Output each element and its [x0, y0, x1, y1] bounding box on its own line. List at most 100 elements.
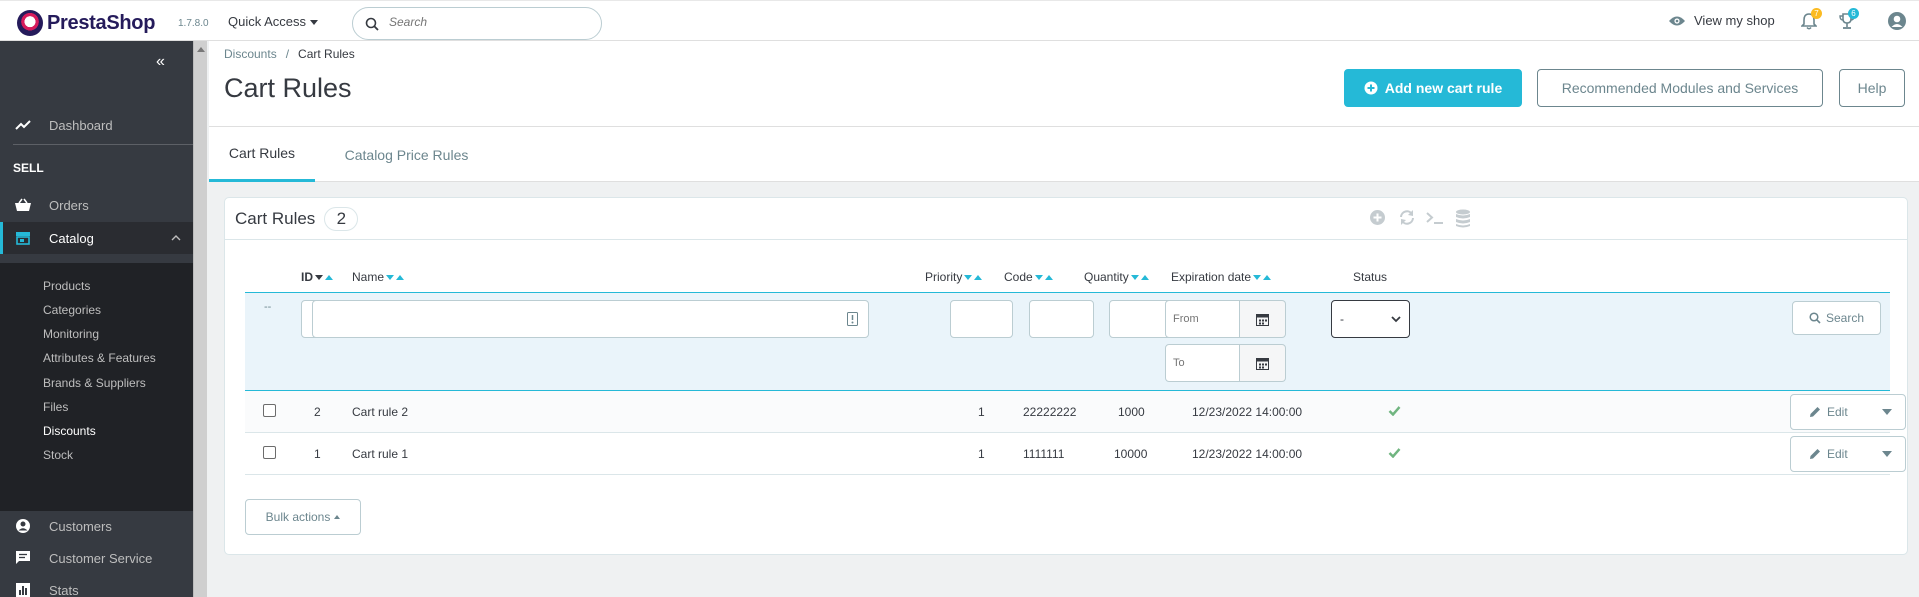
filter-status-select[interactable]: - [1331, 300, 1410, 338]
column-label: Name [352, 270, 385, 284]
sidebar-item-catalog[interactable]: Catalog [0, 222, 193, 254]
filter-date-to-input[interactable] [1165, 344, 1240, 382]
panel-header: Cart Rules 2 [225, 198, 1907, 240]
caret-down-icon[interactable] [1882, 409, 1892, 415]
notification-count-badge: 7 [1811, 8, 1822, 19]
sort-desc-icon[interactable] [315, 274, 323, 280]
sidebar-item-customer-service[interactable]: Customer Service [0, 543, 193, 573]
basket-icon [13, 198, 33, 212]
sort-desc-icon[interactable] [1253, 274, 1262, 280]
sort-asc-icon[interactable] [1140, 274, 1149, 280]
panel-title: Cart Rules [235, 208, 316, 228]
edit-button[interactable]: Edit [1791, 447, 1879, 461]
sort-desc-icon[interactable] [1130, 274, 1139, 280]
sort-asc-icon[interactable] [396, 274, 405, 280]
scroll-up-arrow-icon[interactable] [197, 47, 205, 52]
bulk-actions-button[interactable]: Bulk actions [245, 499, 361, 535]
quick-access-label: Quick Access [228, 14, 307, 29]
table-row[interactable]: 1 Cart rule 1 1 1111111 10000 12/23/2022… [245, 433, 1906, 475]
sidebar-item-orders[interactable]: Orders [0, 190, 193, 220]
employee-avatar-button[interactable] [1887, 11, 1907, 34]
table-row[interactable]: 2 Cart rule 2 1 22222222 1000 12/23/2022… [245, 391, 1906, 433]
filter-priority-input[interactable] [950, 300, 1013, 338]
column-header-expiration[interactable]: Expiration date [1171, 270, 1272, 284]
column-header-priority[interactable]: Priority [925, 270, 983, 284]
submenu-item-brands[interactable]: Brands & Suppliers [43, 376, 146, 390]
sort-asc-icon[interactable] [974, 274, 983, 280]
quick-access-menu[interactable]: Quick Access [228, 14, 319, 29]
chevron-up-icon [171, 235, 181, 241]
prestashop-logo[interactable]: PrestaShop [17, 10, 155, 36]
sidebar-item-label: Catalog [49, 230, 94, 246]
search-input[interactable] [389, 15, 589, 29]
notifications-button[interactable]: 7 [1800, 8, 1822, 33]
row-checkbox[interactable] [263, 404, 276, 417]
submenu-item-files[interactable]: Files [43, 400, 68, 414]
edit-button[interactable]: Edit [1791, 405, 1879, 419]
orders-notifications-button[interactable]: 6 [1838, 8, 1859, 33]
cell-id: 1 [314, 447, 321, 461]
sidebar-item-label: Customers [49, 518, 112, 534]
add-new-cart-rule-button[interactable]: Add new cart rule [1344, 69, 1522, 107]
sort-asc-icon[interactable] [325, 274, 333, 280]
sort-desc-icon[interactable] [386, 274, 395, 280]
sidebar-item-stats[interactable]: Stats [0, 575, 193, 597]
page-header: Discounts / Cart Rules Cart Rules Add new … [209, 41, 1919, 126]
add-icon[interactable] [1369, 209, 1386, 229]
breadcrumb-current: Cart Rules [298, 47, 355, 61]
store-icon [13, 231, 33, 245]
refresh-icon[interactable] [1398, 209, 1416, 229]
sql-query-icon[interactable] [1426, 209, 1444, 229]
top-header: PrestaShop 1.7.8.0 Quick Access View my … [0, 0, 1919, 41]
recommended-modules-button[interactable]: Recommended Modules and Services [1537, 69, 1823, 107]
sidebar-item-customers[interactable]: Customers [0, 511, 193, 541]
view-my-shop-link[interactable]: View my shop [1668, 13, 1775, 28]
breadcrumb-separator: / [285, 47, 290, 61]
header-search[interactable] [352, 7, 602, 40]
column-label: Code [1004, 270, 1033, 284]
filter-date-from-input[interactable] [1165, 300, 1240, 338]
column-header-id[interactable]: ID [301, 270, 333, 284]
column-header-quantity[interactable]: Quantity [1084, 270, 1149, 284]
sidebar-scrollbar[interactable] [193, 41, 207, 597]
sort-desc-icon[interactable] [964, 274, 973, 280]
submenu-item-products[interactable]: Products [43, 279, 90, 293]
filter-name-input[interactable] [312, 300, 869, 338]
trending-up-icon [13, 119, 33, 131]
filter-status-value: - [1340, 312, 1344, 326]
column-header-code[interactable]: Code [1004, 270, 1053, 284]
database-icon[interactable] [1455, 209, 1471, 231]
prestashop-logo-icon [17, 10, 43, 36]
breadcrumb-parent[interactable]: Discounts [224, 47, 277, 61]
tab-cart-rules[interactable]: Cart Rules [209, 127, 315, 182]
calendar-icon [1256, 313, 1269, 326]
row-checkbox[interactable] [263, 446, 276, 459]
filter-search-button[interactable]: Search [1792, 301, 1881, 335]
column-header-name[interactable]: Name [352, 270, 405, 284]
calendar-from-button[interactable] [1240, 300, 1286, 338]
check-icon[interactable] [1388, 405, 1401, 419]
submenu-item-attributes[interactable]: Attributes & Features [43, 351, 156, 365]
tabs-bar: Cart Rules Catalog Price Rules [209, 126, 1919, 182]
sort-asc-icon[interactable] [1263, 274, 1272, 280]
submenu-item-categories[interactable]: Categories [43, 303, 101, 317]
edit-label: Edit [1827, 447, 1848, 461]
submenu-item-monitoring[interactable]: Monitoring [43, 327, 99, 341]
tab-catalog-price-rules[interactable]: Catalog Price Rules [324, 127, 489, 182]
filter-code-input[interactable] [1029, 300, 1094, 338]
sort-asc-icon[interactable] [1044, 274, 1053, 280]
caret-up-icon [334, 515, 341, 519]
pencil-icon [1810, 407, 1820, 417]
sidebar-item-dashboard[interactable]: Dashboard [0, 110, 193, 140]
sort-desc-icon[interactable] [1034, 274, 1043, 280]
caret-down-icon[interactable] [1882, 451, 1892, 457]
collapse-menu-icon[interactable]: « [156, 53, 165, 71]
check-icon[interactable] [1388, 447, 1401, 461]
pencil-icon [1810, 449, 1820, 459]
calendar-to-button[interactable] [1240, 344, 1286, 382]
submenu-item-stock[interactable]: Stock [43, 448, 73, 462]
catalog-submenu: Products Categories Monitoring Attribute… [0, 263, 193, 511]
search-icon [365, 17, 379, 31]
submenu-item-discounts[interactable]: Discounts [43, 424, 96, 438]
help-button[interactable]: Help [1839, 69, 1905, 107]
